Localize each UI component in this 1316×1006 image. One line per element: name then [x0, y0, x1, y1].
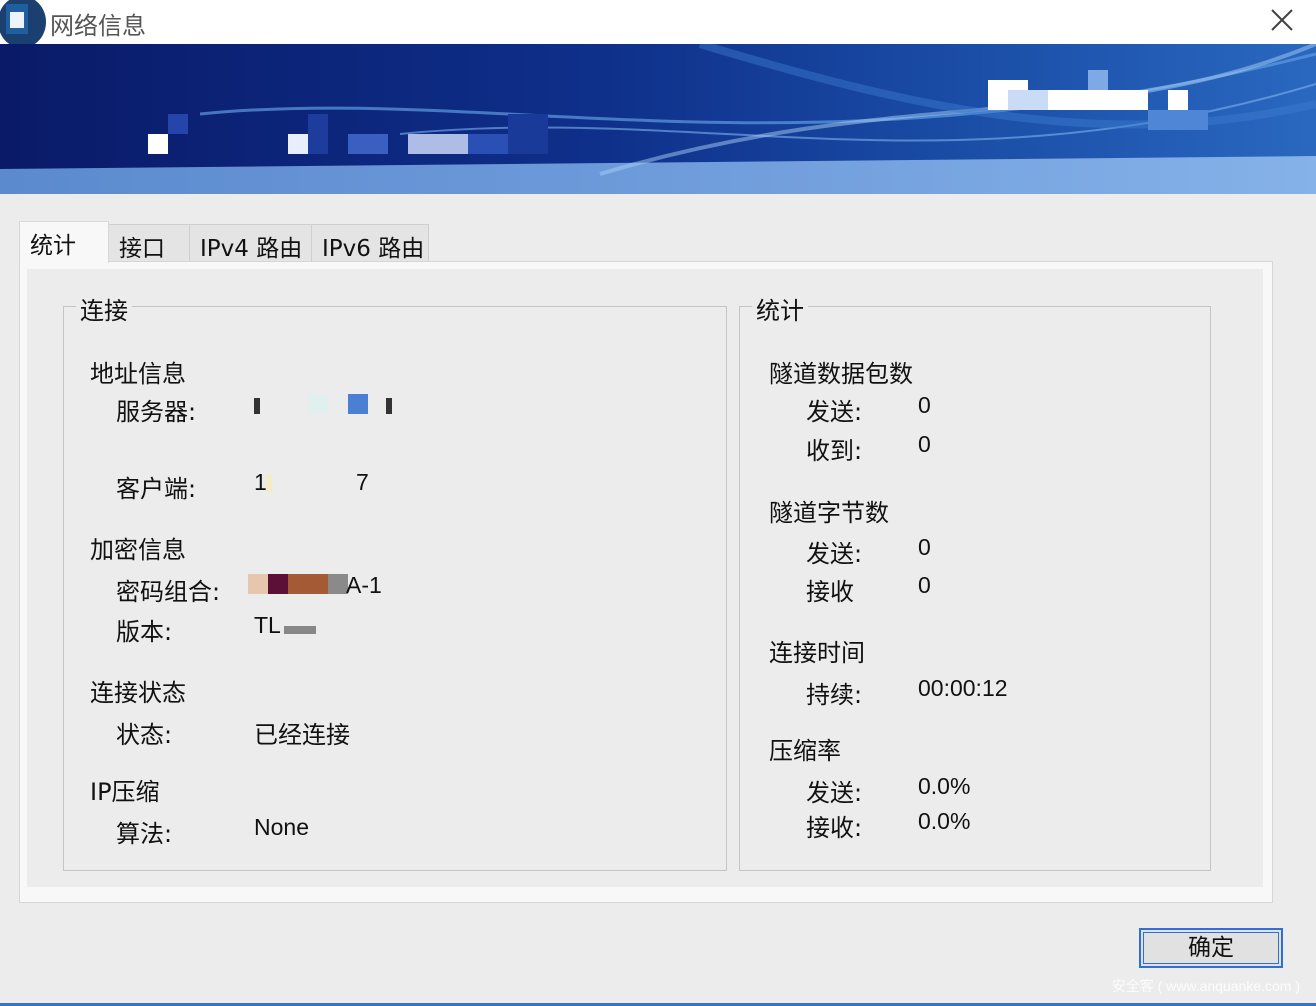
tab-interface[interactable]: 接口: [108, 224, 190, 262]
encryption-info-heading: 加密信息: [90, 536, 186, 564]
redacted-server-block: [348, 394, 368, 414]
redacted-server-start: [254, 398, 260, 414]
client-value-end: 7: [356, 469, 369, 495]
close-icon[interactable]: [1266, 4, 1298, 36]
redacted-cipher-block: [268, 574, 288, 594]
packets-received-value: 0: [918, 431, 931, 457]
redacted-server-end: [386, 398, 392, 414]
title-bar: 网络信息: [0, 0, 1316, 48]
cipher-suite-label: 密码组合:: [116, 578, 221, 606]
ratio-sent-value: 0.0%: [918, 773, 971, 799]
connection-time-heading: 连接时间: [769, 639, 865, 667]
status-value: 已经连接: [254, 721, 350, 749]
redacted-server-block: [308, 394, 328, 414]
app-logo-icon: [0, 0, 48, 48]
packets-received-label: 收到:: [806, 437, 863, 465]
redacted-cipher-block: [328, 574, 348, 594]
duration-label: 持续:: [806, 681, 863, 709]
version-value: TL: [254, 612, 281, 638]
bytes-sent-value: 0: [918, 534, 931, 560]
watermark: 安全客 ( www.anquanke.com ): [1111, 978, 1300, 994]
tab-statistics[interactable]: 统计: [19, 221, 109, 263]
redacted-cipher-block: [288, 574, 328, 594]
bytes-received-value: 0: [918, 572, 931, 598]
ratio-received-label: 接收:: [806, 814, 863, 842]
compression-ratio-heading: 压缩率: [769, 737, 841, 765]
packets-sent-label: 发送:: [806, 398, 863, 426]
server-label: 服务器:: [116, 398, 197, 426]
status-label: 状态:: [116, 721, 173, 749]
redacted-client-block: [266, 474, 272, 492]
address-info-heading: 地址信息: [90, 360, 186, 388]
ip-compression-heading: IP压缩: [90, 778, 160, 806]
tunnel-bytes-heading: 隧道字节数: [769, 499, 889, 527]
connection-status-heading: 连接状态: [90, 679, 186, 707]
tunnel-packets-heading: 隧道数据包数: [769, 360, 913, 388]
client-value-start: 1: [254, 469, 267, 495]
tab-ipv6-routes[interactable]: IPv6 路由: [311, 224, 429, 262]
version-label: 版本:: [116, 618, 173, 646]
statistics-legend: 统计: [752, 291, 808, 326]
header-banner: [0, 44, 1316, 194]
bytes-received-label: 接收: [806, 578, 854, 606]
duration-value: 00:00:12: [918, 675, 1008, 701]
redacted-cipher-block: [248, 574, 268, 594]
redacted-version-block: [284, 626, 316, 634]
ok-button[interactable]: 确定: [1139, 928, 1283, 968]
connection-legend: 连接: [76, 291, 132, 326]
window-title: 网络信息: [50, 12, 146, 40]
packets-sent-value: 0: [918, 392, 931, 418]
algorithm-value: None: [254, 814, 309, 840]
tab-ipv4-routes[interactable]: IPv4 路由: [189, 224, 312, 262]
algorithm-label: 算法:: [116, 820, 173, 848]
bytes-sent-label: 发送:: [806, 540, 863, 568]
ratio-received-value: 0.0%: [918, 808, 971, 834]
client-label: 客户端:: [116, 475, 197, 503]
ratio-sent-label: 发送:: [806, 779, 863, 807]
cipher-suite-value-end: A-1: [346, 572, 382, 598]
